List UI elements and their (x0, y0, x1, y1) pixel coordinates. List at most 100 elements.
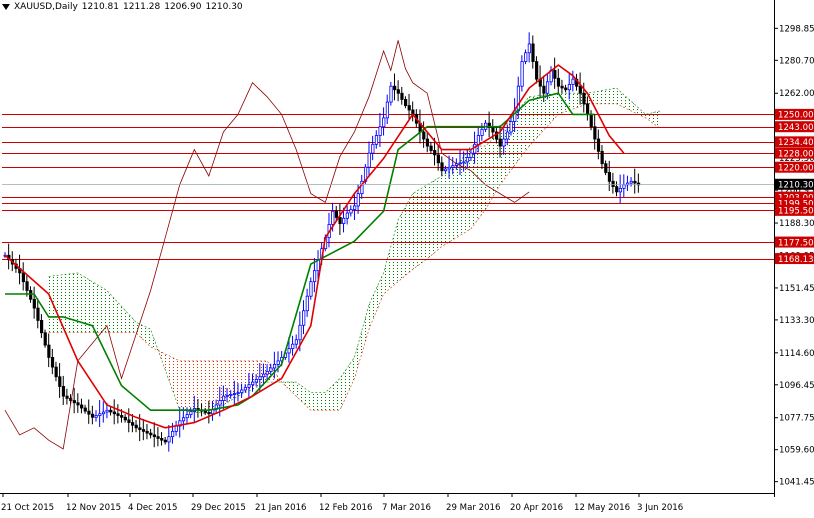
candle-body (145, 430, 149, 434)
candle-body (371, 143, 375, 154)
candle-body (58, 376, 62, 387)
candle-body (440, 162, 444, 172)
candle-body (185, 414, 189, 419)
candle-body (531, 43, 535, 62)
candle-body (130, 422, 135, 426)
candle-body (334, 210, 339, 218)
level-label-1: 1243.00 (778, 123, 814, 133)
candle-body (458, 162, 462, 165)
candle-body (567, 84, 572, 91)
candle-body (134, 424, 138, 429)
y-tick-label: 1077.75 (779, 414, 814, 424)
candle-body (94, 415, 98, 418)
candle-body (403, 99, 408, 106)
candle-body (105, 409, 109, 413)
candle-body (61, 386, 66, 397)
candle-body (425, 138, 430, 147)
candle-body (393, 85, 397, 91)
candle-body (305, 295, 309, 312)
candle-body (465, 157, 470, 163)
candle-body (342, 217, 346, 224)
candle-body (109, 409, 113, 413)
level-label-7: 1195.50 (778, 207, 814, 217)
candle-body (422, 131, 426, 140)
candle-body (163, 439, 167, 443)
x-tick-label: 29 Dec 2015 (191, 503, 246, 513)
candle-body (607, 172, 612, 182)
current-price-label: 1210.30 (778, 180, 814, 190)
candle-body (473, 143, 477, 154)
candle-body (302, 310, 306, 326)
candle-body (156, 436, 160, 439)
x-tick-label: 21 Jan 2016 (255, 503, 307, 513)
candle-body (560, 85, 564, 89)
x-tick-label: 3 Jun 2016 (637, 503, 683, 513)
candle-body (338, 216, 342, 224)
candle-body (571, 78, 575, 85)
candle-body (76, 402, 80, 406)
candle-body (29, 290, 33, 300)
y-tick-label: 1096.45 (779, 381, 814, 391)
chart-area[interactable]: 1298.851280.701262.001243.001225.301206.… (0, 0, 814, 514)
candle-body (429, 145, 433, 151)
candle-body (265, 371, 269, 375)
candle-body (433, 150, 437, 156)
candle-body (36, 307, 40, 321)
candle-body (254, 379, 258, 383)
candle-body (116, 413, 120, 416)
candle-body (291, 343, 295, 349)
candle-body (586, 103, 590, 115)
candle-body (294, 339, 299, 345)
candle-body (225, 394, 229, 397)
candle-body (232, 393, 237, 395)
candle-body (331, 210, 335, 225)
candle-body (622, 184, 626, 189)
candle-body (596, 138, 601, 152)
candle-body (491, 127, 495, 133)
candle-body (258, 376, 262, 380)
candle-body (498, 138, 502, 147)
candle-body (535, 61, 539, 80)
candle-body (556, 77, 561, 87)
candle-body (269, 367, 273, 372)
candle-body (276, 360, 280, 365)
candle-body (229, 393, 233, 396)
candle-body (589, 113, 593, 128)
candle-body (407, 105, 411, 111)
candle-body (480, 128, 484, 136)
candle-body (83, 407, 87, 412)
kumo-bullish (48, 272, 158, 351)
candle-body (112, 411, 116, 415)
y-tick-label: 1298.85 (779, 24, 814, 34)
candle-body (127, 419, 131, 423)
candle-body (345, 212, 349, 219)
x-tick-label: 12 Nov 2015 (66, 503, 121, 513)
candle-body (524, 52, 528, 62)
y-tick-label: 1188.30 (779, 219, 814, 229)
candle-body (520, 61, 524, 87)
candle-body (600, 150, 604, 165)
candle-body (207, 412, 211, 415)
chevron-down-icon[interactable] (2, 4, 10, 10)
candle-body (98, 413, 102, 416)
candle-body (527, 43, 531, 54)
y-tick-label: 1280.70 (779, 56, 814, 66)
candle-body (167, 436, 171, 443)
candle-body (160, 438, 164, 441)
y-tick-label: 1151.45 (779, 284, 814, 294)
y-tick-label: 1133.30 (779, 316, 814, 326)
candle-body (447, 166, 451, 170)
candle-body (50, 357, 55, 368)
candle-body (462, 161, 466, 164)
candle-body (389, 85, 393, 103)
candle-body (298, 324, 302, 341)
candle-body (203, 410, 207, 413)
candle-body (312, 270, 317, 283)
candle-body (309, 281, 313, 297)
candle-body (43, 332, 47, 346)
symbol-label: XAUUSD,Daily (14, 2, 78, 12)
candle-body (171, 430, 175, 438)
y-tick-label: 1041.45 (779, 478, 814, 488)
candle-body (582, 92, 586, 105)
level-label-4: 1220.00 (778, 163, 814, 173)
